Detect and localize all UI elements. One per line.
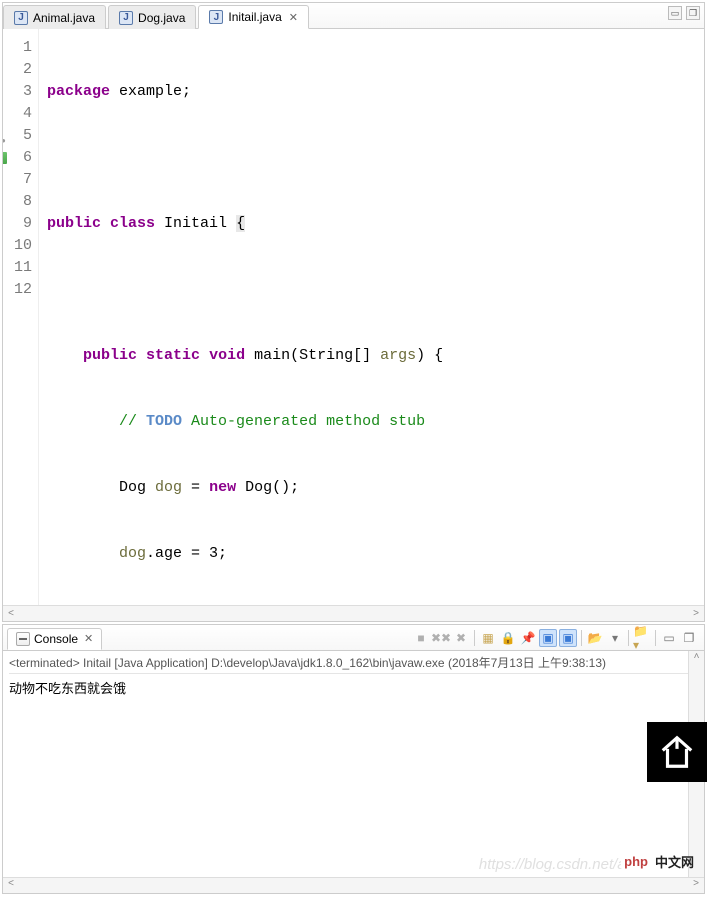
console-horizontal-scrollbar[interactable]: < > [3,877,704,893]
console-toolbar: ■ ✖✖ ✖ ▦ 🔒 📌 ▣ ▣ 📂 ▾ 📁▾ ▭ ❐ [412,629,704,647]
console-body[interactable]: <terminated> Initail [Java Application] … [3,651,704,877]
maximize-view-icon[interactable]: ❐ [680,629,698,647]
scroll-track[interactable] [19,878,688,893]
site-logo: php 中文网 [621,852,694,871]
code-line[interactable]: public class Initail { [47,213,704,235]
code-line[interactable]: public static void main(String[] args) { [47,345,704,367]
maximize-view-icon[interactable]: ❐ [686,6,700,20]
show-console-icon[interactable]: ▣ [539,629,557,647]
editor-pane: J Animal.java J Dog.java J Initail.java … [2,2,705,622]
line-number-gutter: 1 2 3 4 5 6 7 8 9 10 11 12 [3,29,39,605]
code-line[interactable]: // TODO Auto-generated method stub [47,411,704,433]
remove-launch-icon[interactable]: ✖✖ [432,629,450,647]
code-line[interactable]: dog.age = 3; [47,543,704,565]
console-tab-label: Console [34,632,78,646]
tab-label: Dog.java [138,11,185,25]
editor-tabbar: J Animal.java J Dog.java J Initail.java … [3,3,704,29]
close-tab-icon[interactable]: ✕ [289,11,298,24]
terminate-icon[interactable]: ■ [412,629,430,647]
java-file-icon: J [14,11,28,25]
code-line[interactable]: Dog dog = new Dog(); [47,477,704,499]
java-file-icon: J [209,10,223,24]
minimize-view-icon[interactable]: ▭ [668,6,682,20]
tab-animal-java[interactable]: J Animal.java [3,5,106,29]
show-stderr-icon[interactable]: ▣ [559,629,577,647]
code-content[interactable]: package example; public class Initail { … [39,29,704,605]
tab-initail-java[interactable]: J Initail.java ✕ [198,5,309,29]
scroll-left-icon[interactable]: < [3,878,19,893]
minimize-view-icon[interactable]: ▭ [660,629,678,647]
new-console-icon[interactable]: 📁▾ [633,629,651,647]
scroll-right-icon[interactable]: > [688,878,704,893]
clear-console-icon[interactable]: ▦ [479,629,497,647]
java-file-icon: J [119,11,133,25]
remove-all-icon[interactable]: ✖ [452,629,470,647]
tab-label: Animal.java [33,11,95,25]
logo-cn: 中文网 [655,852,694,871]
scroll-left-icon[interactable]: < [3,608,19,619]
open-console-icon[interactable]: 📂 [586,629,604,647]
scroll-up-icon[interactable]: ˄ [689,651,704,667]
pin-console-icon[interactable]: 📌 [519,629,537,647]
console-tabbar: Console ✕ ■ ✖✖ ✖ ▦ 🔒 📌 ▣ ▣ 📂 ▾ 📁▾ ▭ ❐ [3,625,704,651]
code-line[interactable] [47,279,704,301]
console-run-info: <terminated> Initail [Java Application] … [9,654,698,674]
console-pane: Console ✕ ■ ✖✖ ✖ ▦ 🔒 📌 ▣ ▣ 📂 ▾ 📁▾ ▭ ❐ <t… [2,624,705,894]
scroll-lock-icon[interactable]: 🔒 [499,629,517,647]
scroll-to-top-button[interactable] [647,722,707,782]
editor-horizontal-scrollbar[interactable]: < > [3,605,704,621]
tab-console[interactable]: Console ✕ [7,628,102,650]
console-output-line: 动物不吃东西就会饿 [9,678,698,697]
close-tab-icon[interactable]: ✕ [84,632,93,645]
scroll-right-icon[interactable]: > [688,608,704,619]
code-line[interactable] [47,147,704,169]
logo-php: php [621,853,651,870]
console-icon [16,632,30,646]
tab-label: Initail.java [228,10,281,24]
tab-dog-java[interactable]: J Dog.java [108,5,196,29]
house-up-icon [658,733,696,771]
code-line[interactable]: package example; [47,81,704,103]
display-selected-icon[interactable]: ▾ [606,629,624,647]
watermark-text: https://blog.csdn.net/an [479,856,634,873]
code-editor[interactable]: 1 2 3 4 5 6 7 8 9 10 11 12 package examp… [3,29,704,605]
